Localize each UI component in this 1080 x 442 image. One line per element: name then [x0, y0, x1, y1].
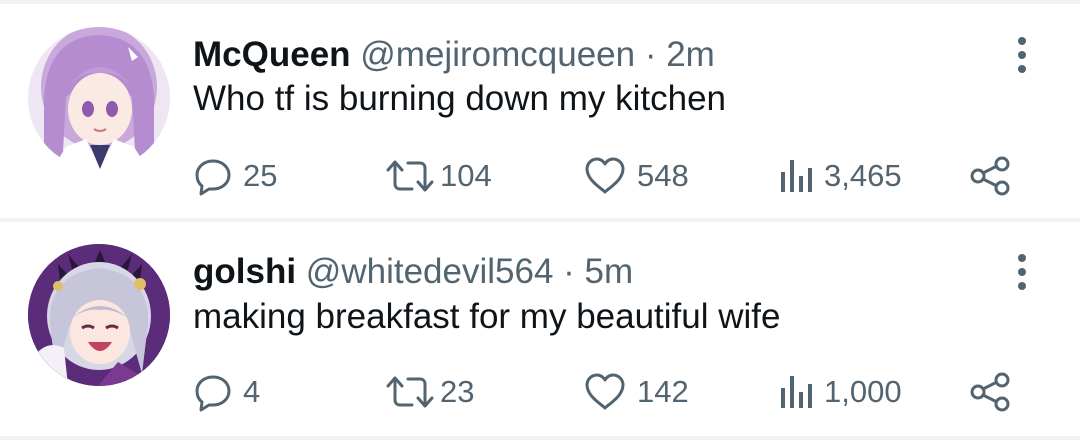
retweet-icon: [386, 376, 434, 408]
retweet-count: 104: [440, 158, 492, 193]
share-button[interactable]: [968, 154, 1012, 198]
like-count: 548: [637, 158, 689, 193]
handle[interactable]: @mejiromcqueen: [360, 35, 635, 74]
tweet[interactable]: McQueen @mejiromcqueen · 2m Who tf is bu…: [0, 4, 1080, 218]
separator-dot: ·: [563, 252, 575, 291]
timestamp[interactable]: 5m: [585, 252, 634, 291]
more-button[interactable]: [1008, 33, 1036, 77]
views-button[interactable]: 1,000: [778, 370, 902, 414]
tweet-text: making breakfast for my beautiful wife: [193, 297, 781, 336]
reply-button[interactable]: 4: [193, 370, 260, 414]
avatar[interactable]: [28, 27, 170, 169]
retweet-icon: [386, 160, 434, 192]
reply-icon: [195, 159, 231, 196]
like-button[interactable]: 548: [583, 154, 689, 198]
retweet-count: 23: [440, 374, 475, 409]
more-button[interactable]: [1008, 250, 1036, 294]
views-count: 1,000: [824, 374, 902, 409]
share-button[interactable]: [968, 370, 1012, 414]
display-name[interactable]: golshi: [193, 252, 296, 291]
tweet-text: Who tf is burning down my kitchen: [193, 79, 727, 118]
separator-dot: ·: [644, 35, 657, 74]
views-icon: [781, 376, 812, 408]
share-icon: [970, 372, 1010, 412]
tweet[interactable]: golshi @whitedevil564 · 5m making breakf…: [0, 222, 1080, 436]
tweet-header: golshi @whitedevil564 · 5m: [193, 250, 633, 294]
reply-count: 25: [243, 158, 278, 193]
reply-button[interactable]: 25: [193, 154, 277, 198]
more-icon: [1018, 254, 1026, 290]
like-count: 142: [637, 374, 689, 409]
more-icon: [1018, 37, 1026, 73]
tweet-header: McQueen @mejiromcqueen · 2m: [193, 33, 715, 77]
share-icon: [970, 156, 1010, 196]
display-name[interactable]: McQueen: [193, 35, 351, 74]
like-button[interactable]: 142: [583, 370, 689, 414]
views-icon: [781, 160, 812, 192]
like-icon: [585, 157, 625, 194]
handle[interactable]: @whitedevil564: [306, 252, 554, 291]
like-icon: [585, 373, 625, 410]
reply-icon: [195, 375, 231, 412]
avatar-icon: [28, 244, 170, 386]
retweet-button[interactable]: 23: [384, 370, 474, 414]
avatar-icon: [28, 27, 170, 169]
avatar[interactable]: [28, 244, 170, 386]
retweet-button[interactable]: 104: [384, 154, 492, 198]
tweet-feed: McQueen @mejiromcqueen · 2m Who tf is bu…: [0, 0, 1080, 442]
divider: [0, 436, 1080, 440]
views-count: 3,465: [824, 158, 902, 193]
views-button[interactable]: 3,465: [778, 154, 902, 198]
timestamp[interactable]: 2m: [666, 35, 715, 74]
reply-count: 4: [243, 374, 261, 409]
